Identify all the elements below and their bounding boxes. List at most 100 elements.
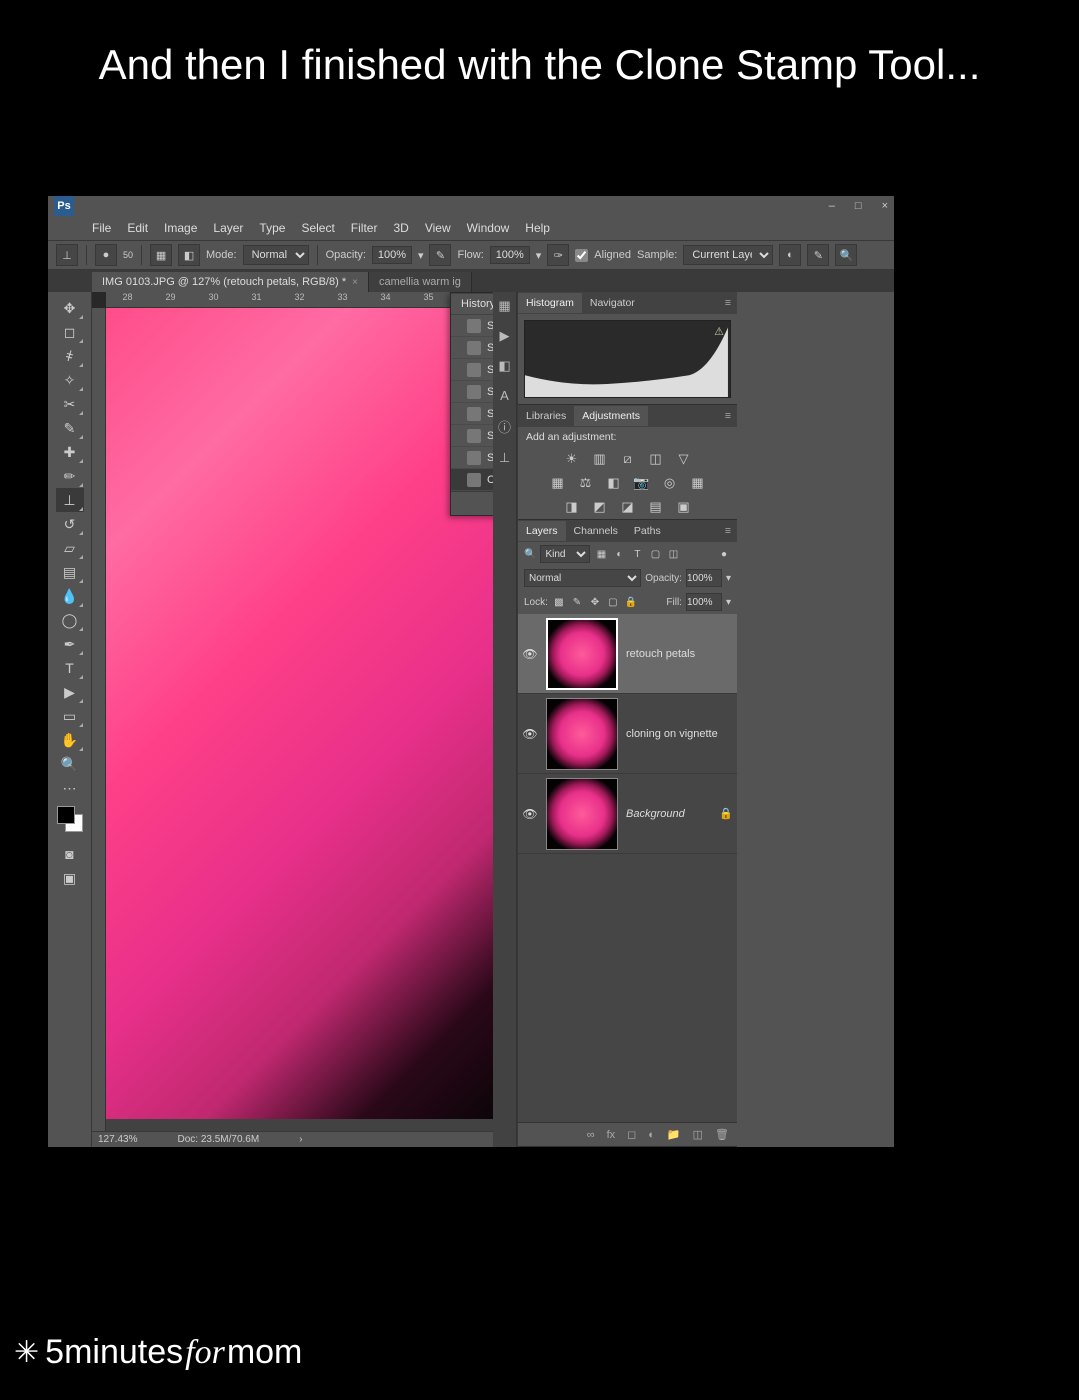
layer-row[interactable]: 👁 retouch petals <box>518 614 737 694</box>
menu-view[interactable]: View <box>417 221 459 235</box>
layer-name[interactable]: cloning on vignette <box>626 728 733 740</box>
history-item[interactable]: Spot Healing Brush <box>451 359 493 381</box>
layer-row[interactable]: 👁 cloning on vignette <box>518 694 737 774</box>
info-icon[interactable]: ⓘ <box>498 417 511 436</box>
close-button[interactable]: × <box>882 200 888 212</box>
lock-transparency-icon[interactable]: ▩ <box>552 595 566 609</box>
navigator-tab[interactable]: Navigator <box>582 293 643 313</box>
vibrance-icon[interactable]: ▽ <box>675 451 693 467</box>
lasso-tool[interactable]: ҂ <box>56 344 84 368</box>
brush-panel-icon[interactable]: ▦ <box>150 244 172 266</box>
menu-3d[interactable]: 3D <box>385 221 416 235</box>
group-icon[interactable]: 📁 <box>667 1128 681 1141</box>
blend-mode-select[interactable]: Normal <box>524 569 641 587</box>
paths-tab[interactable]: Paths <box>626 521 669 541</box>
posterize-icon[interactable]: ◩ <box>591 499 609 515</box>
layer-thumbnail[interactable] <box>546 698 618 770</box>
selective-color-icon[interactable]: ▣ <box>675 499 693 515</box>
menu-layer[interactable]: Layer <box>205 221 251 235</box>
dropdown-icon[interactable]: ▾ <box>726 573 731 584</box>
panel-menu-icon[interactable]: ≡ <box>719 410 737 422</box>
fill-input[interactable] <box>686 593 722 611</box>
menu-filter[interactable]: Filter <box>343 221 386 235</box>
new-layer-icon[interactable]: ◫ <box>693 1128 703 1141</box>
adjust-filter-icon[interactable]: ◐ <box>612 547 626 561</box>
photo-filter-icon[interactable]: 📷 <box>633 475 651 491</box>
layer-name[interactable]: Background <box>626 808 711 820</box>
menu-window[interactable]: Window <box>459 221 518 235</box>
type-tool[interactable]: T <box>56 656 84 680</box>
eraser-tool[interactable]: ▱ <box>56 536 84 560</box>
zoom-tool[interactable]: 🔍 <box>56 752 84 776</box>
blur-tool[interactable]: 💧 <box>56 584 84 608</box>
canvas[interactable] <box>106 308 493 1133</box>
pressure-opacity-icon[interactable]: ✎ <box>429 244 451 266</box>
magic-wand-tool[interactable]: ✧ <box>56 368 84 392</box>
aligned-checkbox[interactable] <box>575 249 588 262</box>
minimize-button[interactable]: – <box>829 200 835 212</box>
channels-tab[interactable]: Channels <box>566 521 626 541</box>
channel-mixer-icon[interactable]: ◎ <box>661 475 679 491</box>
layer-style-icon[interactable]: fx <box>607 1129 616 1141</box>
sample-select[interactable]: Current Layer <box>683 245 773 265</box>
document-tab-inactive[interactable]: camellia warm ig <box>369 272 472 292</box>
curves-icon[interactable]: ⧄ <box>619 451 637 467</box>
menu-help[interactable]: Help <box>517 221 558 235</box>
layer-row[interactable]: 👁 Background 🔒 <box>518 774 737 854</box>
menu-file[interactable]: File <box>84 221 119 235</box>
filter-toggle-icon[interactable]: ● <box>717 547 731 561</box>
history-brush-tool[interactable]: ↺ <box>56 512 84 536</box>
lock-pixels-icon[interactable]: ✎ <box>570 595 584 609</box>
document-tab-active[interactable]: IMG 0103.JPG @ 127% (retouch petals, RGB… <box>92 272 369 292</box>
tool-preset-icon[interactable]: ⊥ <box>56 244 78 266</box>
color-swatches[interactable] <box>57 806 83 832</box>
brightness-icon[interactable]: ☀ <box>563 451 581 467</box>
history-tab[interactable]: History <box>451 294 493 314</box>
close-tab-icon[interactable]: × <box>352 277 358 288</box>
delete-layer-icon[interactable]: 🗑 <box>715 1128 729 1141</box>
flow-input[interactable] <box>490 246 530 264</box>
visibility-icon[interactable]: 👁 <box>522 727 538 741</box>
history-item[interactable]: Spot Healing Brush <box>451 337 493 359</box>
pen-tool[interactable]: ✒ <box>56 632 84 656</box>
properties-icon[interactable]: ◧ <box>498 358 510 374</box>
dock-icon[interactable]: ▦ <box>498 298 510 314</box>
dropdown-icon[interactable]: ▾ <box>726 597 731 608</box>
eyedropper-tool[interactable]: ✎ <box>56 416 84 440</box>
menu-edit[interactable]: Edit <box>119 221 156 235</box>
warning-icon[interactable]: ⚠ <box>714 325 724 338</box>
clone-stamp-tool[interactable]: ⊥ <box>56 488 84 512</box>
layer-thumbnail[interactable] <box>546 778 618 850</box>
character-icon[interactable]: A <box>500 388 509 403</box>
maximize-button[interactable]: □ <box>855 200 862 212</box>
adjustments-tab[interactable]: Adjustments <box>574 406 648 426</box>
link-layers-icon[interactable]: ∞ <box>587 1129 595 1141</box>
menu-image[interactable]: Image <box>156 221 205 235</box>
brush-tool[interactable]: ✏ <box>56 464 84 488</box>
shape-filter-icon[interactable]: ▢ <box>648 547 662 561</box>
pressure-size-icon[interactable]: ✎ <box>807 244 829 266</box>
lock-artboard-icon[interactable]: ▢ <box>606 595 620 609</box>
gradient-tool[interactable]: ▤ <box>56 560 84 584</box>
bw-icon[interactable]: ◧ <box>605 475 623 491</box>
layer-opacity-input[interactable] <box>686 569 722 587</box>
gradient-map-icon[interactable]: ▤ <box>647 499 665 515</box>
opacity-dropdown-icon[interactable]: ▾ <box>418 249 424 262</box>
levels-icon[interactable]: ▥ <box>591 451 609 467</box>
history-item[interactable]: Spot Healing Brush <box>451 381 493 403</box>
invert-icon[interactable]: ◨ <box>563 499 581 515</box>
pixel-filter-icon[interactable]: ▦ <box>594 547 608 561</box>
mode-select[interactable]: Normal <box>243 245 309 265</box>
healing-brush-tool[interactable]: ✚ <box>56 440 84 464</box>
visibility-icon[interactable]: 👁 <box>522 647 538 661</box>
threshold-icon[interactable]: ◪ <box>619 499 637 515</box>
search-icon[interactable]: 🔍 <box>835 244 857 266</box>
lock-all-icon[interactable]: 🔒 <box>624 595 638 609</box>
balance-icon[interactable]: ⚖ <box>577 475 595 491</box>
kind-filter-select[interactable]: Kind <box>540 545 590 563</box>
status-arrow-icon[interactable]: › <box>299 1134 302 1145</box>
history-item[interactable]: Spot Healing Brush <box>451 403 493 425</box>
rectangle-tool[interactable]: ▭ <box>56 704 84 728</box>
type-filter-icon[interactable]: T <box>630 547 644 561</box>
layer-mask-icon[interactable]: ◻ <box>627 1128 636 1141</box>
